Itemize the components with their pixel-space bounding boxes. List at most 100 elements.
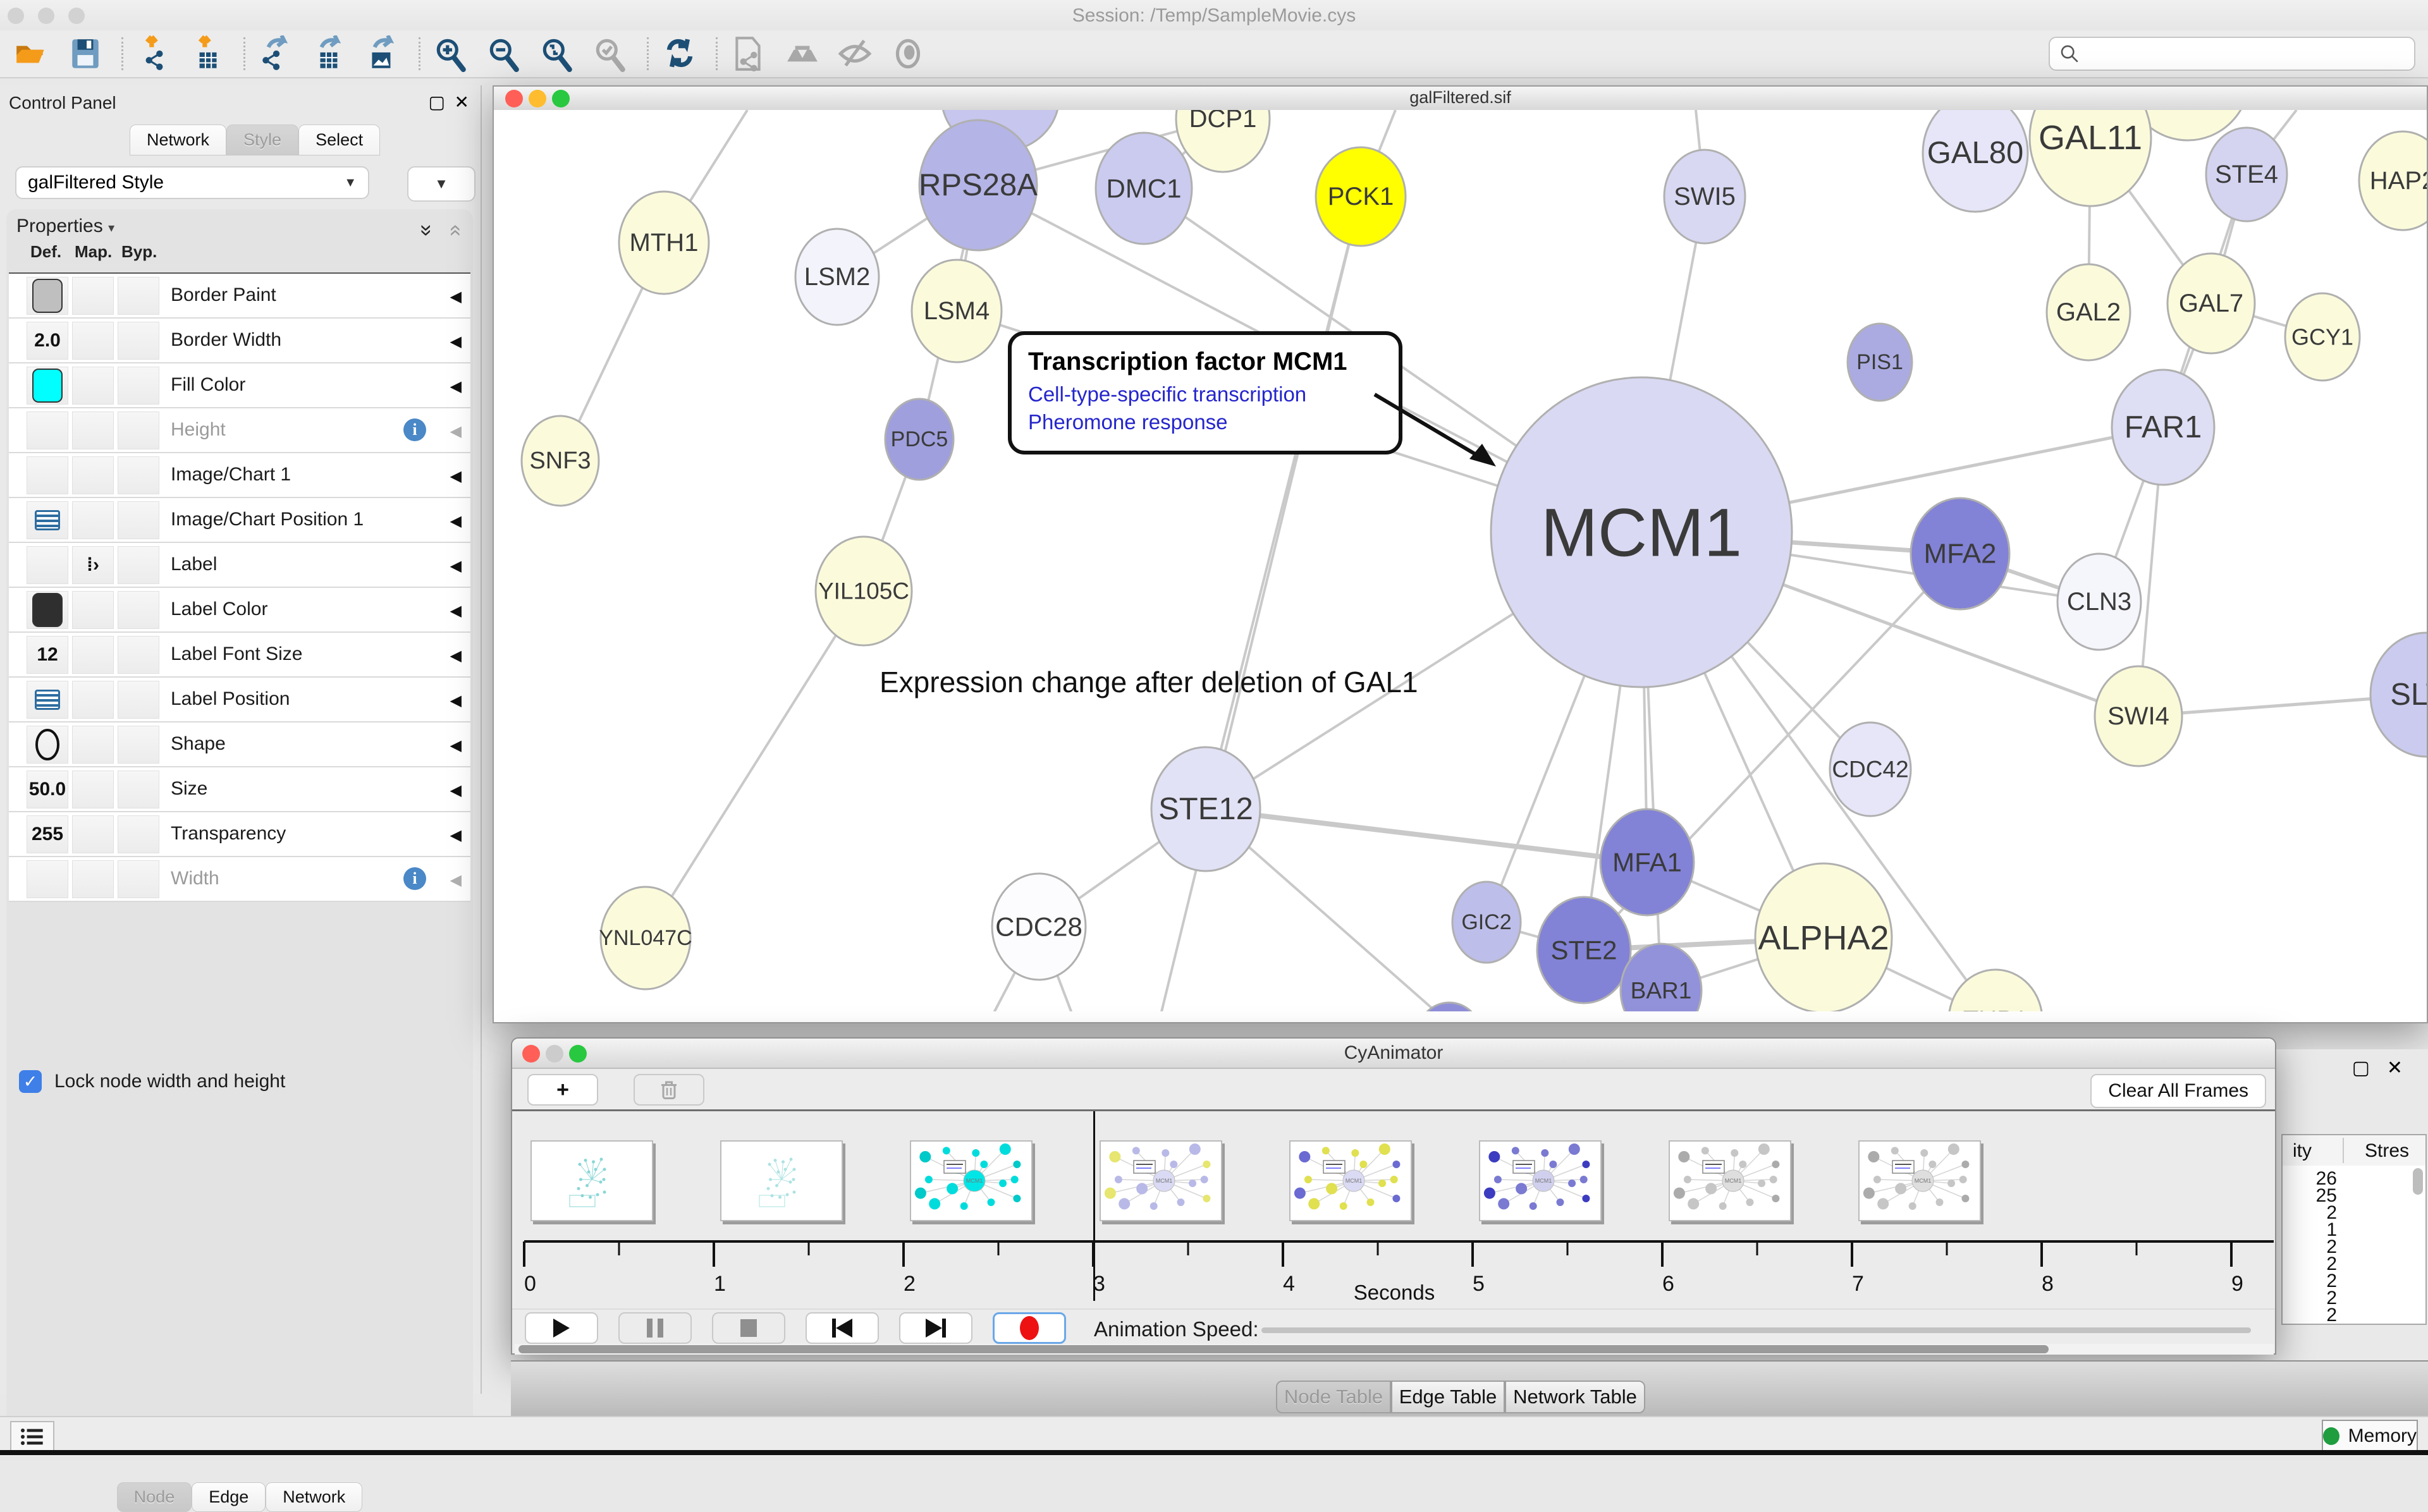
network-node-gal2[interactable]: GAL2	[2047, 264, 2130, 360]
style-selector[interactable]: galFiltered Style ▼	[15, 166, 369, 199]
property-row-height[interactable]: Heighti◀	[9, 408, 470, 453]
network-node-ynl047c[interactable]: YNL047C	[599, 887, 692, 989]
expand-row-icon[interactable]: ◀	[450, 692, 462, 710]
style-options-button[interactable]: ▼	[407, 166, 475, 202]
network-node-yil105c[interactable]: YIL105C	[816, 537, 912, 645]
network-node-ste12[interactable]: STE12	[1151, 747, 1260, 871]
expand-row-icon[interactable]: ◀	[450, 557, 462, 575]
annotation-link[interactable]: Pheromone response	[1028, 410, 1382, 434]
property-row-width[interactable]: Widthi◀	[9, 857, 470, 902]
network-node-cln3[interactable]: CLN3	[2057, 554, 2141, 650]
network-node-lsm2[interactable]: LSM2	[795, 229, 879, 325]
cyanimator-titlebar[interactable]: CyAnimator	[512, 1039, 2275, 1069]
def-cell[interactable]: 50.0	[27, 771, 68, 808]
byp-cell[interactable]	[118, 501, 159, 539]
map-cell[interactable]	[72, 815, 114, 853]
byp-cell[interactable]	[118, 591, 159, 629]
network-graph[interactable]: RPS28ADMC1DCP1PCK1SWI5GAL80GAL11STE4HAP2…	[494, 110, 2427, 1011]
def-cell[interactable]	[27, 681, 68, 719]
open-folder-icon[interactable]	[14, 35, 51, 72]
byp-cell[interactable]	[118, 322, 159, 360]
network-edge[interactable]	[1206, 809, 1647, 862]
byp-cell[interactable]	[118, 771, 159, 808]
tab-edge[interactable]: Edge	[192, 1482, 266, 1512]
network-node-pck1[interactable]: PCK1	[1316, 147, 1406, 246]
byp-cell[interactable]	[118, 367, 159, 405]
hide-graphics-icon[interactable]	[837, 35, 873, 72]
expand-all-icon[interactable]: »	[420, 218, 432, 243]
def-cell[interactable]: 2.0	[27, 322, 68, 360]
def-cell[interactable]	[27, 726, 68, 764]
def-cell[interactable]	[27, 501, 68, 539]
network-node-dcp1[interactable]: DCP1	[1176, 110, 1270, 172]
map-cell[interactable]	[72, 681, 114, 719]
def-cell[interactable]	[27, 456, 68, 494]
network-node-pis1[interactable]: PIS1	[1848, 324, 1912, 401]
skip-to-end-button[interactable]	[899, 1312, 972, 1344]
property-row-size[interactable]: 50.0Size◀	[9, 767, 470, 812]
def-cell[interactable]	[27, 860, 68, 898]
expand-row-icon[interactable]: ◀	[450, 332, 462, 351]
play-button[interactable]	[525, 1312, 598, 1344]
network-node-alpha2[interactable]: ALPHA2	[1755, 863, 1892, 1011]
node-table[interactable]: ity Stres 26252122222	[2281, 1134, 2427, 1325]
tab-style[interactable]: Style	[226, 125, 298, 155]
expand-row-icon[interactable]: ◀	[450, 647, 462, 665]
export-network-icon[interactable]	[258, 35, 295, 72]
search-box[interactable]	[2049, 37, 2415, 71]
float-panel-icon[interactable]: ▢	[2352, 1057, 2370, 1079]
import-table-icon[interactable]	[189, 35, 226, 72]
zoom-in-icon[interactable]	[433, 35, 470, 72]
network-node-hap2[interactable]: HAP2	[2359, 131, 2427, 230]
properties-header[interactable]: Properties ▾	[16, 216, 114, 237]
network-node-mth1[interactable]: MTH1	[619, 192, 709, 294]
cyanimator-scrollbar[interactable]	[515, 1344, 2274, 1355]
network-node-gal80[interactable]: GAL80	[1923, 110, 2028, 212]
property-row-label[interactable]: ⁞›Label◀	[9, 543, 470, 588]
lock-size-checkbox[interactable]: ✓	[19, 1070, 42, 1093]
network-file-icon[interactable]	[730, 35, 767, 72]
column-divider[interactable]	[2343, 1138, 2344, 1163]
property-row-border-width[interactable]: 2.0Border Width◀	[9, 319, 470, 363]
map-cell[interactable]	[72, 412, 114, 449]
map-cell[interactable]	[72, 726, 114, 764]
network-node-gic2[interactable]: GIC2	[1452, 882, 1521, 963]
property-row-fill-color[interactable]: Fill Color◀	[9, 363, 470, 408]
tab-node-table[interactable]: Node Table	[1276, 1381, 1391, 1413]
network-node-rps28a[interactable]: RPS28A	[919, 120, 1038, 250]
table-vertical-scrollbar[interactable]	[2413, 1168, 2423, 1195]
tab-node[interactable]: Node	[117, 1482, 192, 1512]
annotation-box[interactable]: Transcription factor MCM1 Cell-type-spec…	[1008, 331, 1402, 454]
byp-cell[interactable]	[118, 681, 159, 719]
scrollbar-thumb[interactable]	[518, 1345, 2049, 1353]
info-icon[interactable]: i	[403, 867, 426, 890]
tab-network[interactable]: Network	[266, 1482, 362, 1512]
network-window-titlebar[interactable]: galFiltered.sif	[494, 87, 2427, 111]
def-cell[interactable]	[27, 277, 68, 315]
property-row-border-paint[interactable]: Border Paint◀	[9, 274, 470, 319]
byp-cell[interactable]	[118, 636, 159, 674]
map-cell[interactable]	[72, 501, 114, 539]
timeline-area[interactable]: MCM1MCM1MCM1MCM1MCM1MCM1 0123456789 Seco…	[515, 1111, 2274, 1308]
expand-row-icon[interactable]: ◀	[450, 377, 462, 396]
byp-cell[interactable]	[118, 860, 159, 898]
def-cell[interactable]	[27, 591, 68, 629]
network-node-mcm1[interactable]: MCM1	[1491, 377, 1792, 687]
network-node-bar1[interactable]: BAR1	[1621, 944, 1701, 1011]
expand-row-icon[interactable]: ◀	[450, 512, 462, 530]
def-cell[interactable]	[27, 367, 68, 405]
clear-all-frames-button[interactable]: Clear All Frames	[2090, 1074, 2266, 1108]
byp-cell[interactable]	[118, 726, 159, 764]
property-row-transparency[interactable]: 255Transparency◀	[9, 812, 470, 857]
network-node-swi4[interactable]: SWI4	[2095, 666, 2182, 766]
expand-row-icon[interactable]: ◀	[450, 736, 462, 755]
add-frame-button[interactable]: +	[527, 1074, 598, 1106]
map-cell[interactable]	[72, 860, 114, 898]
network-node-ste2[interactable]: STE2	[1537, 897, 1631, 1003]
zoom-fit-icon[interactable]	[539, 35, 576, 72]
network-canvas[interactable]: RPS28ADMC1DCP1PCK1SWI5GAL80GAL11STE4HAP2…	[494, 110, 2427, 1011]
delete-frame-button[interactable]	[634, 1074, 704, 1106]
network-node-gal11[interactable]: GAL11	[2030, 110, 2151, 206]
save-icon[interactable]	[67, 35, 104, 72]
network-node-slt2[interactable]: SLT2	[2370, 633, 2427, 757]
